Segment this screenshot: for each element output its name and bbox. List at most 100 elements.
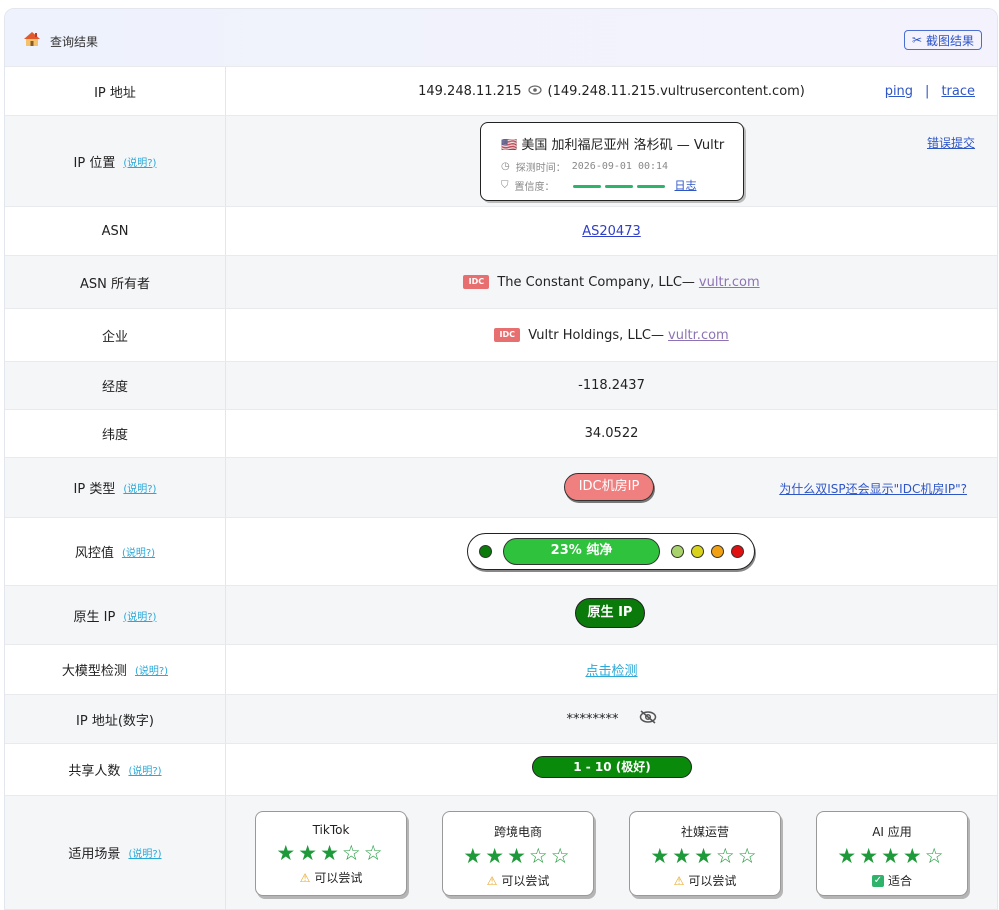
screenshot-button[interactable]: ✂ 截图结果 [904,30,982,50]
help-link[interactable]: (说明?) [122,544,155,559]
scene-status: 适合 [887,874,912,888]
warning-icon: ⚠ [673,873,685,888]
scene-title: 社媒运营 [680,825,729,839]
trace-link[interactable]: trace [941,84,975,99]
row-native-ip: 原生 IP (说明?) 原生 IP [5,585,997,644]
llm-check-link[interactable]: 点击检测 [585,660,637,679]
scene-status: 可以尝试 [501,874,550,888]
native-ip-badge: 原生 IP [575,598,645,628]
star-rating: ★★★☆☆ [276,841,386,865]
scene-title: TikTok [312,823,350,837]
confidence-label: 置信度： [514,181,555,193]
shield-icon: ⛉ [501,179,509,191]
row-llm-check: 大模型检测 (说明?) 点击检测 [5,644,997,694]
ip-type-badge: IDC机房IP [564,473,654,501]
company-name: Vultr Holdings, LLC— [528,327,665,343]
warning-icon: ⚠ [486,873,498,888]
row-label: ASN [5,207,226,255]
scene-card-ai: AI 应用 ★★★★☆ ✓ 适合 [816,811,968,896]
star-rating: ★★★☆☆ [463,844,573,868]
scene-status: 可以尝试 [688,874,737,888]
probe-time-label: 探测时间： [515,163,566,174]
row-ip-address: IP 地址 149.248.11.215 (149.248.11.215.vul… [5,66,997,115]
company-domain-link[interactable]: vultr.com [668,328,729,343]
warning-icon: ⚠ [299,870,311,885]
shared-users-badge: 1 - 10 (极好) [532,756,692,778]
probe-time: 2026-09-01 00:14 [571,161,669,172]
row-longitude: 经度 -118.2437 [5,361,997,409]
idc-badge: IDC [463,275,490,289]
row-shared-users: 共享人数 (说明?) 1 - 10 (极好) [5,743,997,795]
row-label: 企业 [5,309,226,361]
longitude-value: -118.2437 [578,378,645,393]
scissors-icon: ✂ [911,33,923,47]
row-use-cases: 适用场景 (说明?) TikTok ★★★☆☆ ⚠ 可以尝试 跨境电商 ★★★☆☆ … [5,795,997,909]
row-label: IP 类型 [73,482,116,497]
row-company: 企业 IDC Vultr Holdings, LLC— vultr.com [5,308,997,361]
help-link[interactable]: (说明?) [128,845,161,860]
row-label: ASN 所有者 [5,256,226,308]
row-label: IP 地址(数字) [5,695,226,743]
row-risk: 风控值 (说明?) 23% 纯净 [5,517,997,585]
ip-value: 149.248.11.215 [418,83,522,99]
help-link[interactable]: (说明?) [128,762,161,777]
eye-off-icon[interactable] [639,710,657,728]
risk-meter: 23% 纯净 [467,533,755,570]
idc-badge: IDC [494,328,521,342]
row-ip-location: IP 位置 (说明?) 🇺🇸 美国 加利福尼亚州 洛杉矶 — Vultr ◷ 探测… [5,115,997,206]
risk-score-bar: 23% 纯净 [503,538,660,565]
star-rating: ★★★☆☆ [650,844,760,868]
latitude-value: 34.0522 [584,426,639,441]
row-label: 适用场景 [68,847,121,862]
report-error-link[interactable]: 错误提交 [927,134,975,151]
row-ip-type: IP 类型 (说明?) IDC机房IP 为什么双ISP还会显示"IDC机房IP"? [5,457,997,517]
ip-hostname: (149.248.11.215.vultrusercontent.com) [547,83,805,99]
scene-card-tiktok: TikTok ★★★☆☆ ⚠ 可以尝试 [255,811,407,896]
star-rating: ★★★★☆ [837,844,947,868]
row-label: IP 位置 [73,155,116,171]
row-label: 风控值 [74,546,114,561]
row-label: 纬度 [5,410,226,457]
risk-dot-orange [711,545,724,558]
row-asn: ASN AS20473 [5,206,997,255]
row-label: 原生 IP [73,609,116,625]
ping-link[interactable]: ping [885,84,913,99]
help-link[interactable]: (说明?) [123,154,156,169]
panel-header: 查询结果 ✂ 截图结果 [5,9,997,66]
result-panel: 查询结果 ✂ 截图结果 IP 地址 149.248.11.215 (149.24… [4,8,998,910]
log-link[interactable]: 日志 [675,177,697,193]
row-ip-numeric: IP 地址(数字) ******** [5,694,997,743]
row-label: 大模型检测 [61,664,127,679]
us-flag-icon: 🇺🇸 [501,138,518,153]
scene-status: 可以尝试 [314,871,363,885]
asn-owner-name: The Constant Company, LLC— [497,274,695,290]
help-link[interactable]: (说明?) [123,608,156,623]
home-icon [24,32,40,46]
asn-owner-domain-link[interactable]: vultr.com [699,275,760,290]
location-card: 🇺🇸 美国 加利福尼亚州 洛杉矶 — Vultr ◷ 探测时间： 2026-09… [480,122,744,201]
location-text: 美国 加利福尼亚州 洛杉矶 — Vultr [521,138,725,153]
row-asn-owner: ASN 所有者 IDC The Constant Company, LLC— v… [5,255,997,308]
eye-icon[interactable] [527,84,542,98]
help-link[interactable]: (说明?) [123,480,156,495]
why-idc-link[interactable]: 为什么双ISP还会显示"IDC机房IP"? [779,480,967,497]
scene-card-ecommerce: 跨境电商 ★★★☆☆ ⚠ 可以尝试 [442,811,594,896]
asn-link[interactable]: AS20473 [582,224,641,239]
risk-dot-yellow [691,545,704,558]
row-label: IP 地址 [5,67,226,115]
help-link[interactable]: (说明?) [135,662,168,677]
confidence-bar [572,180,669,191]
scene-card-social: 社媒运营 ★★★☆☆ ⚠ 可以尝试 [629,811,781,896]
clock-icon: ◷ [501,161,510,172]
check-icon: ✓ [871,874,884,887]
link-separator: | [925,83,930,99]
row-label: 共享人数 [68,764,121,779]
row-latitude: 纬度 34.0522 [5,409,997,457]
risk-dot-red [731,545,744,558]
risk-dot-green [479,545,492,558]
scene-title: AI 应用 [872,825,912,839]
ip-numeric-value: ******** [566,711,619,727]
row-label: 经度 [5,362,226,409]
page-title: 查询结果 [50,35,99,49]
risk-dot-lightgreen [671,545,684,558]
